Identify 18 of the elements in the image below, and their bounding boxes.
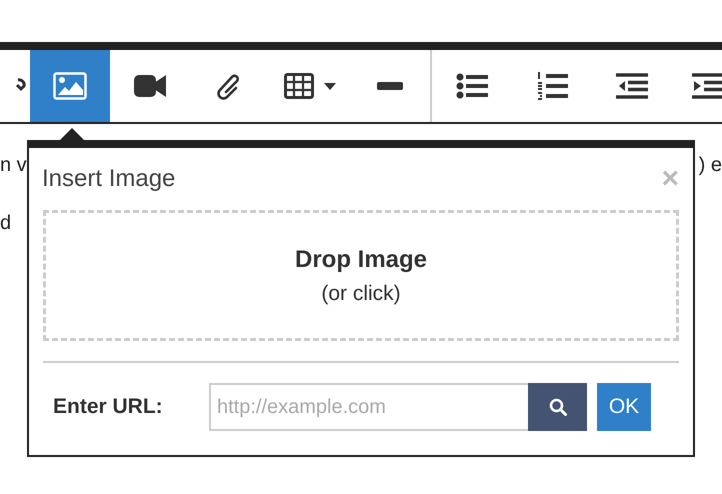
text-fragment: ) e — [698, 154, 722, 178]
search-icon — [548, 398, 566, 416]
url-label: Enter URL: — [53, 395, 164, 419]
bullet-list-icon — [456, 73, 488, 99]
ok-button[interactable]: OK — [597, 383, 651, 431]
image-drop-zone[interactable]: Drop Image (or click) — [43, 210, 679, 341]
text-fragment: d — [0, 212, 12, 236]
indent-icon — [692, 73, 722, 99]
video-camera-icon — [134, 74, 166, 98]
popover-title: Insert Image — [42, 165, 176, 193]
table-icon — [284, 73, 314, 99]
text-fragment: n v — [0, 154, 27, 178]
url-input[interactable]: http://example.com — [209, 383, 528, 431]
image-icon — [53, 72, 87, 100]
image-button[interactable] — [30, 50, 110, 122]
search-button[interactable] — [528, 383, 587, 431]
outdent-icon — [616, 73, 648, 99]
numbered-list-icon — [536, 71, 568, 101]
